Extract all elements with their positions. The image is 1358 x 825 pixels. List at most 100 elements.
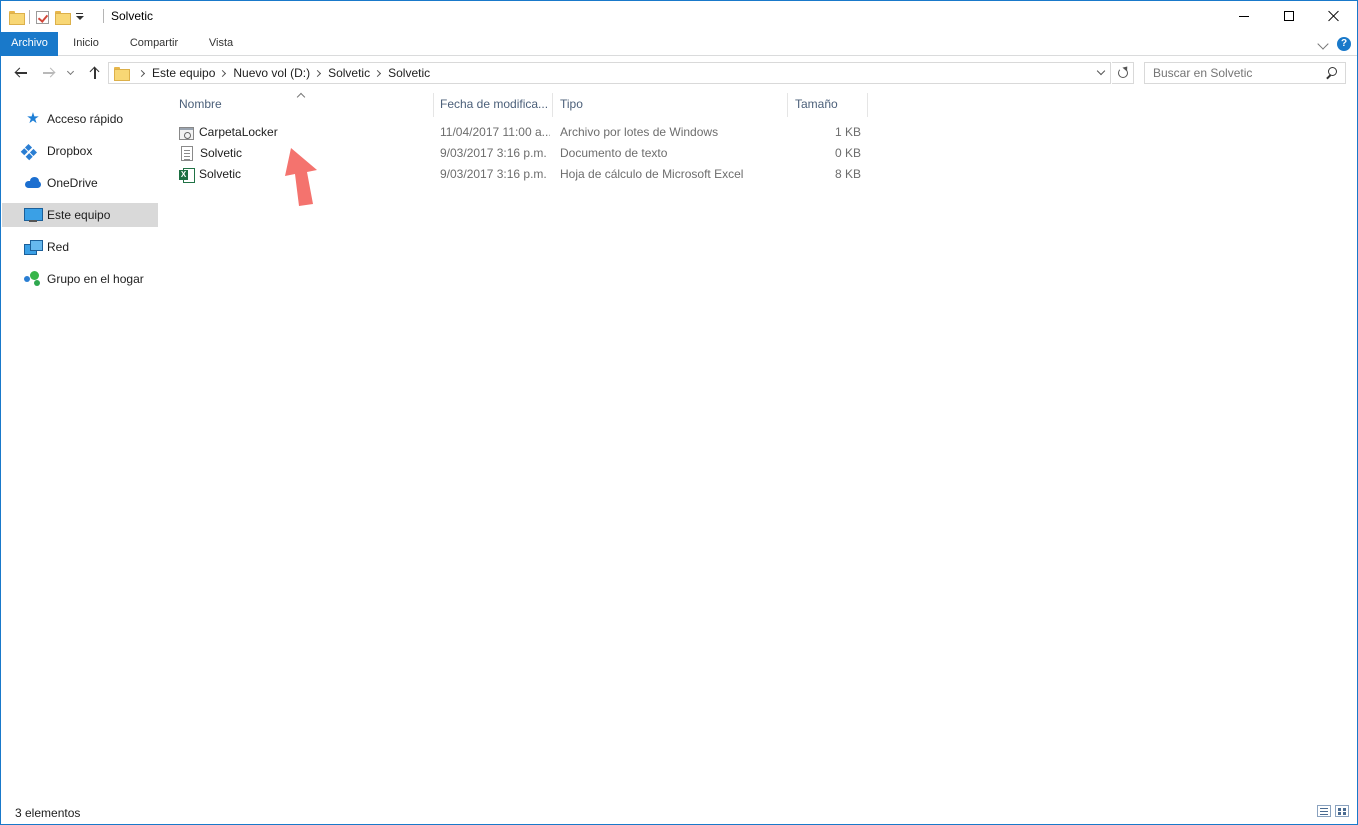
folder-icon <box>114 67 130 81</box>
file-size: 8 KB <box>834 167 861 181</box>
status-item-count: 3 elementos <box>15 806 81 820</box>
sidebar-item-onedrive[interactable]: OneDrive <box>2 171 158 195</box>
search-input[interactable] <box>1145 63 1321 83</box>
file-type: Archivo por lotes de Windows <box>560 125 719 139</box>
close-icon <box>1328 10 1340 22</box>
back-arrow-icon <box>14 67 27 78</box>
tab-archivo[interactable]: Archivo <box>1 32 58 56</box>
tab-compartir[interactable]: Compartir <box>119 32 189 56</box>
file-name-cell[interactable]: Solvetic <box>179 143 242 164</box>
up-button[interactable] <box>84 63 106 83</box>
column-header-label: Nombre <box>179 97 222 111</box>
title-divider <box>103 9 104 23</box>
new-folder-icon[interactable] <box>55 11 71 25</box>
folder-icon <box>9 11 25 25</box>
recent-locations-button[interactable] <box>63 63 77 83</box>
file-name: Solvetic <box>199 167 242 181</box>
navigation-pane: ★ Acceso rápido Dropbox OneDrive Este eq… <box>2 97 158 797</box>
explorer-window: Solvetic Archivo Inicio Compartir Vista … <box>0 0 1358 825</box>
column-header-size[interactable]: Tamaño <box>788 93 868 117</box>
title-bar: Solvetic <box>1 1 1357 32</box>
file-row[interactable]: Solvetic 9/03/2017 3:16 p.m. Documento d… <box>171 143 871 164</box>
maximize-button[interactable] <box>1266 1 1312 31</box>
breadcrumb-nuevo-vol[interactable]: Nuevo vol (D:) <box>233 66 310 80</box>
sidebar-item-red[interactable]: Red <box>2 235 158 259</box>
sidebar-item-grupo-hogar[interactable]: Grupo en el hogar <box>2 267 158 291</box>
navigation-bar: Este equipo Nuevo vol (D:) Solvetic Solv… <box>1 57 1357 89</box>
breadcrumb-este-equipo[interactable]: Este equipo <box>152 66 215 80</box>
toolbar-divider <box>29 10 30 24</box>
network-icon <box>24 239 43 255</box>
back-button[interactable] <box>10 63 32 83</box>
sidebar-item-este-equipo[interactable]: Este equipo <box>2 203 158 227</box>
forward-arrow-icon <box>43 67 56 78</box>
dropbox-icon <box>24 143 42 159</box>
file-type: Hoja de cálculo de Microsoft Excel <box>560 167 744 181</box>
refresh-button[interactable] <box>1112 62 1134 84</box>
excel-file-icon <box>179 167 195 183</box>
view-switcher <box>1317 805 1349 817</box>
this-pc-icon <box>24 207 43 223</box>
file-name: Solvetic <box>200 146 243 160</box>
chevron-right-icon[interactable] <box>374 69 382 77</box>
column-header-name[interactable]: Nombre <box>172 92 434 117</box>
sidebar-item-label: Grupo en el hogar <box>47 272 144 286</box>
homegroup-icon <box>24 271 42 287</box>
onedrive-cloud-icon <box>24 175 42 191</box>
file-type: Documento de texto <box>560 146 668 160</box>
column-header-type[interactable]: Tipo <box>553 93 788 117</box>
expand-ribbon-icon[interactable] <box>1317 38 1329 50</box>
tab-inicio[interactable]: Inicio <box>61 32 111 56</box>
sidebar-item-label: Red <box>47 240 70 254</box>
address-bar[interactable]: Este equipo Nuevo vol (D:) Solvetic Solv… <box>108 62 1111 84</box>
refresh-icon <box>1117 68 1128 78</box>
sidebar-item-acceso-rapido[interactable]: ★ Acceso rápido <box>2 107 158 131</box>
file-list: Nombre Fecha de modifica... Tipo Tamaño … <box>171 89 1357 799</box>
chevron-right-icon[interactable] <box>219 69 227 77</box>
file-date: 9/03/2017 3:16 p.m. <box>440 146 547 160</box>
window-title: Solvetic <box>111 9 154 23</box>
chevron-right-icon[interactable] <box>314 69 322 77</box>
search-icon[interactable] <box>1326 67 1337 78</box>
file-row[interactable]: Solvetic 9/03/2017 3:16 p.m. Hoja de cál… <box>171 164 871 185</box>
annotation-arrow-shape <box>285 148 317 206</box>
file-row[interactable]: CarpetaLocker 11/04/2017 11:00 a... Arch… <box>171 122 871 143</box>
batch-file-icon <box>179 126 194 140</box>
sidebar-item-label: Dropbox <box>47 144 93 158</box>
sort-ascending-icon <box>296 92 306 102</box>
file-date: 9/03/2017 3:16 p.m. <box>440 167 547 181</box>
sidebar-item-dropbox[interactable]: Dropbox <box>2 139 158 163</box>
address-history-chevron-icon[interactable] <box>1096 66 1106 76</box>
text-file-icon <box>181 146 193 161</box>
breadcrumb-solvetic[interactable]: Solvetic <box>328 66 370 80</box>
tab-vista[interactable]: Vista <box>199 32 243 56</box>
details-view-icon[interactable] <box>1317 805 1331 817</box>
file-name: CarpetaLocker <box>199 125 278 139</box>
customize-toolbar-icon[interactable] <box>75 12 84 22</box>
column-header-date[interactable]: Fecha de modifica... <box>433 93 553 117</box>
quick-access-toolbar <box>9 7 84 27</box>
search-box[interactable] <box>1144 62 1346 84</box>
sidebar-item-label: Acceso rápido <box>47 112 124 126</box>
sidebar-item-label: OneDrive <box>47 176 98 190</box>
file-name-cell[interactable]: Solvetic <box>179 164 241 185</box>
help-icon[interactable]: ? <box>1337 37 1351 51</box>
file-name-cell[interactable]: CarpetaLocker <box>179 122 278 143</box>
file-size: 1 KB <box>834 125 861 139</box>
forward-button[interactable] <box>38 63 60 83</box>
large-icons-view-icon[interactable] <box>1335 805 1349 817</box>
properties-icon[interactable] <box>36 10 49 24</box>
sidebar-item-label: Este equipo <box>47 208 111 222</box>
annotation-arrow-icon <box>285 148 317 206</box>
file-date: 11/04/2017 11:00 a... <box>440 125 550 139</box>
ribbon-tabs: Archivo Inicio Compartir Vista ? <box>1 32 1357 56</box>
breadcrumb-solvetic-current[interactable]: Solvetic <box>388 66 430 80</box>
close-button[interactable] <box>1311 1 1357 31</box>
quick-access-star-icon: ★ <box>26 110 40 127</box>
chevron-down-icon <box>66 67 74 76</box>
chevron-right-icon[interactable] <box>137 69 146 77</box>
maximize-icon <box>1284 11 1294 21</box>
minimize-icon <box>1239 15 1249 17</box>
minimize-button[interactable] <box>1221 1 1267 31</box>
up-arrow-icon <box>89 66 100 79</box>
